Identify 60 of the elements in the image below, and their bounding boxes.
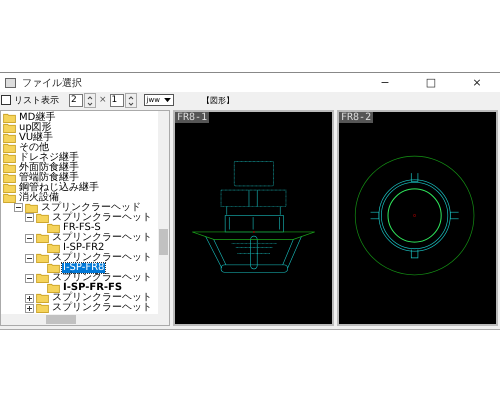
- tree-item[interactable]: 外面防食継手: [18, 162, 80, 173]
- folder-icon: [36, 233, 49, 244]
- expander-icon[interactable]: [25, 213, 34, 222]
- window-title: ファイル選択: [22, 76, 82, 90]
- folder-icon: [47, 283, 60, 294]
- cols-field[interactable]: 1: [110, 94, 124, 106]
- folder-icon: [36, 293, 49, 304]
- folder-icon: [3, 142, 16, 153]
- view-label: FR8-1: [175, 112, 210, 123]
- folder-icon: [3, 192, 16, 203]
- view-label: FR8-2: [339, 112, 374, 123]
- tree-item[interactable]: I-SP-FR8: [62, 263, 106, 274]
- times-sign: ×: [99, 95, 107, 105]
- spinner-icon[interactable]: [84, 92, 96, 108]
- tree-item[interactable]: 鋼管ねじ込み継手: [18, 182, 100, 193]
- folder-icon: [3, 152, 16, 163]
- minimize-button[interactable]: −: [362, 73, 408, 92]
- rows-field[interactable]: 2: [69, 94, 83, 106]
- folder-icon: [3, 132, 16, 143]
- tree-item[interactable]: その他: [18, 142, 50, 153]
- expander-icon[interactable]: [25, 304, 34, 313]
- tree-item[interactable]: up図形: [18, 122, 53, 133]
- tree-item[interactable]: 消火設備: [18, 192, 60, 203]
- close-button[interactable]: ×: [454, 73, 500, 92]
- tree-item[interactable]: スプリンクラーヘット: [51, 303, 153, 314]
- tree-item[interactable]: ドレネジ継手: [18, 152, 80, 163]
- folder-icon: [3, 182, 16, 193]
- expander-icon[interactable]: [25, 274, 34, 283]
- folder-icon: [3, 122, 16, 133]
- list-view-label: リスト表示: [14, 94, 59, 106]
- horizontal-scrollbar[interactable]: [1, 314, 169, 325]
- folder-icon: [3, 172, 16, 183]
- folder-icon: [36, 273, 49, 284]
- app-icon: [5, 78, 16, 88]
- tree-item[interactable]: スプリンクラーヘッド: [40, 202, 142, 213]
- folder-icon: [47, 263, 60, 274]
- folder-icon: [3, 162, 16, 173]
- checkbox[interactable]: [1, 95, 11, 105]
- folder-icon: [47, 223, 60, 234]
- tree-item[interactable]: VU継手: [18, 132, 54, 143]
- spinner-icon[interactable]: [124, 92, 137, 108]
- tree-item[interactable]: 管端防食継手: [18, 172, 80, 183]
- expander-icon[interactable]: [25, 254, 34, 263]
- tree-item[interactable]: スプリンクラーヘット: [51, 233, 153, 244]
- vertical-scrollbar[interactable]: [158, 111, 169, 314]
- expander-icon[interactable]: [14, 203, 23, 212]
- folder-icon: [36, 212, 49, 223]
- folder-icon: [25, 202, 38, 213]
- tree-item[interactable]: MD継手: [18, 112, 56, 123]
- expander-icon[interactable]: [25, 234, 34, 243]
- section-label: 【図形】: [202, 94, 234, 106]
- expander-icon[interactable]: [25, 294, 34, 303]
- caret-icon: [164, 98, 171, 102]
- tree-item[interactable]: スプリンクラーヘット: [51, 212, 153, 224]
- folder-icon: [3, 112, 16, 123]
- folder-icon: [47, 243, 60, 254]
- tree-item[interactable]: スプリンクラーヘット: [51, 253, 153, 264]
- tree-item[interactable]: スプリンクラーヘット: [51, 273, 153, 284]
- maximize-button[interactable]: □: [408, 73, 454, 92]
- folder-icon: [36, 253, 49, 264]
